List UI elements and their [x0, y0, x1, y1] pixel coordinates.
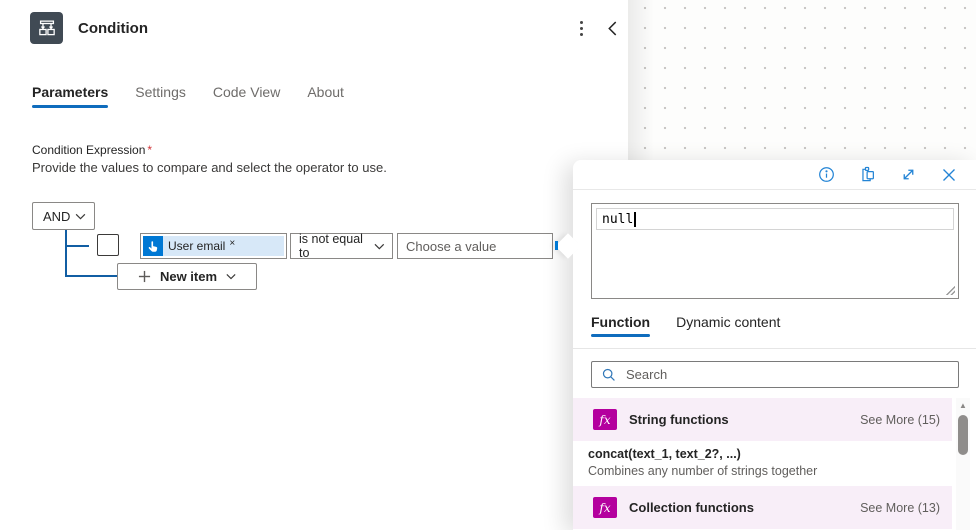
tab-settings[interactable]: Settings [135, 84, 186, 108]
tree-connector-newitem [66, 275, 117, 277]
value-field [397, 233, 553, 259]
condition-branch-icon [36, 17, 58, 39]
condition-action-icon [30, 12, 63, 44]
function-search-box [591, 361, 959, 388]
condition-expression-label: Condition Expression* [32, 143, 152, 157]
tab-about[interactable]: About [307, 84, 344, 108]
close-button[interactable] [940, 166, 958, 184]
operator-label: is not equal to [299, 232, 374, 260]
tab-parameters[interactable]: Parameters [32, 84, 108, 108]
chevron-down-icon [226, 273, 236, 280]
function-signature: concat(text_1, text_2?, ...) [588, 447, 940, 461]
list-scrollbar[interactable]: ▲ [956, 398, 970, 530]
expression-text: null [602, 212, 633, 227]
new-item-button[interactable]: New item [117, 263, 257, 290]
function-list: fx String functions See More (15) concat… [573, 398, 952, 529]
popup-toolbar [573, 160, 976, 190]
resize-handle[interactable] [945, 285, 955, 295]
page-title: Condition [78, 20, 148, 37]
remove-token-button[interactable]: × [229, 238, 235, 249]
section-title: Collection functions [629, 500, 754, 515]
chevron-left-icon [606, 21, 619, 36]
condition-panel: Condition Parameters Settings Code View … [0, 0, 628, 530]
touch-hand-icon [147, 240, 160, 253]
field-caret-indicator [555, 241, 558, 250]
panel-tab-bar: Parameters Settings Code View About [32, 84, 344, 108]
section-title: String functions [629, 412, 729, 427]
expand-icon [900, 166, 917, 183]
tab-divider [573, 348, 976, 349]
tree-connector-row [66, 245, 89, 247]
expression-textarea[interactable]: null [591, 203, 959, 299]
search-icon [602, 368, 616, 382]
section-string-functions[interactable]: fx String functions See More (15) [573, 398, 952, 441]
more-options-button[interactable] [570, 16, 592, 40]
close-icon [941, 167, 957, 183]
chevron-down-icon [75, 213, 86, 220]
condition-expression-description: Provide the values to compare and select… [32, 160, 387, 175]
group-operator-dropdown[interactable]: AND [32, 202, 95, 230]
tab-function[interactable]: Function [591, 314, 650, 337]
info-icon [818, 166, 835, 183]
kebab-icon [580, 21, 583, 24]
info-button[interactable] [817, 166, 835, 184]
scroll-up-button[interactable]: ▲ [956, 398, 970, 412]
value-input[interactable] [398, 234, 552, 258]
tab-dynamic-content[interactable]: Dynamic content [676, 314, 780, 337]
tab-code-view[interactable]: Code View [213, 84, 280, 108]
new-item-label: New item [160, 269, 217, 284]
search-input[interactable] [626, 362, 958, 387]
paste-button[interactable] [858, 166, 876, 184]
popup-tab-bar: Function Dynamic content [591, 314, 780, 337]
tree-connector-vertical [65, 230, 67, 277]
collapse-panel-button[interactable] [600, 17, 624, 39]
operand-field[interactable]: User email × [140, 233, 287, 259]
fx-icon: fx [593, 409, 617, 430]
expression-input[interactable]: null [596, 208, 954, 230]
user-email-token[interactable]: User email × [163, 236, 284, 256]
token-label: User email [168, 239, 225, 253]
expression-editor-popup: null Function Dynamic content fx String … [573, 160, 976, 530]
function-description: Combines any number of strings together [588, 464, 940, 478]
text-cursor [634, 212, 636, 227]
condition-row-checkbox[interactable] [97, 234, 119, 256]
chevron-down-icon [374, 243, 385, 250]
clipboard-icon [859, 166, 876, 183]
fx-icon: fx [593, 497, 617, 518]
required-asterisk: * [147, 143, 152, 157]
section-collection-functions[interactable]: fx Collection functions See More (13) [573, 486, 952, 529]
manual-trigger-icon [143, 236, 163, 256]
operator-dropdown[interactable]: is not equal to [290, 233, 393, 259]
scroll-thumb[interactable] [958, 415, 968, 455]
group-operator-label: AND [43, 209, 70, 224]
see-more-string-functions[interactable]: See More (15) [860, 413, 940, 427]
function-item-concat[interactable]: concat(text_1, text_2?, ...) Combines an… [573, 441, 952, 486]
plus-icon [138, 270, 151, 283]
expand-button[interactable] [899, 166, 917, 184]
see-more-collection-functions[interactable]: See More (13) [860, 501, 940, 515]
